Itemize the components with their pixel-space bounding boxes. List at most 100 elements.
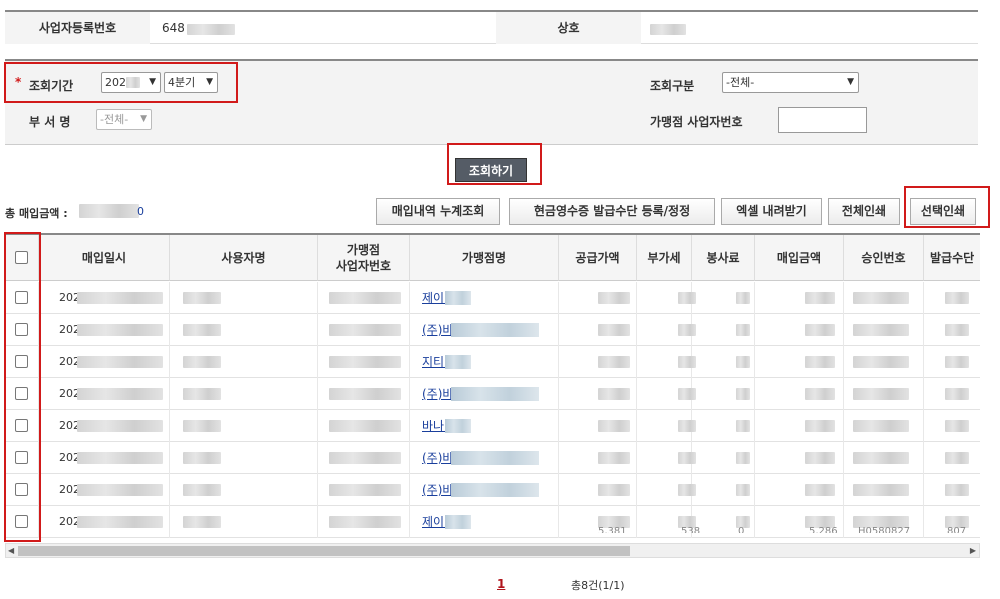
- row-checkbox[interactable]: [15, 419, 28, 432]
- redacted-merchant: [451, 323, 539, 337]
- redacted-user: [183, 452, 221, 464]
- redacted-date: [77, 356, 163, 368]
- redacted-supply: [598, 484, 630, 496]
- redacted-date: [77, 516, 163, 528]
- redacted-approval: [853, 484, 909, 496]
- row-checkbox[interactable]: [15, 387, 28, 400]
- partial-approval-text: H0580827: [858, 527, 911, 533]
- row-select-cell: [5, 442, 39, 474]
- merchant-link[interactable]: (주)바: [422, 323, 453, 337]
- chevron-down-icon: ▼: [206, 77, 213, 87]
- scrollbar-thumb[interactable]: [18, 546, 630, 556]
- header-service: 봉사료: [692, 235, 755, 281]
- redacted-year: [126, 77, 140, 88]
- redacted-merchant: [445, 355, 471, 369]
- redacted-service: [736, 484, 750, 496]
- redacted-method: [945, 452, 969, 464]
- merchant-link[interactable]: (주)바: [422, 483, 453, 497]
- excel-download-button[interactable]: 엑셀 내려받기: [721, 198, 822, 225]
- redacted-merchant: [451, 483, 539, 497]
- redacted-method: [945, 420, 969, 432]
- row-checkbox[interactable]: [15, 291, 28, 304]
- row-checkbox[interactable]: [15, 323, 28, 336]
- table-row: 202 (주)바: [5, 314, 980, 346]
- biz-no-text: 648: [162, 21, 185, 35]
- redacted-date: [77, 324, 163, 336]
- redacted-merchant-biz: [329, 452, 401, 464]
- horizontal-scrollbar[interactable]: ◀ ▶: [5, 543, 980, 558]
- search-panel: * 조회기간 202 ▼ 4분기 ▼ 부 서 명 -전체- ▼ 조회구분 -전체…: [5, 59, 978, 145]
- dept-select[interactable]: -전체- ▼: [96, 109, 152, 130]
- redacted-date: [77, 292, 163, 304]
- partial-supply-text: 5,381: [598, 527, 627, 533]
- redacted-user: [183, 292, 221, 304]
- query-button[interactable]: 조회하기: [455, 158, 527, 182]
- redacted-merchant: [445, 291, 471, 305]
- redacted-amount: [805, 452, 835, 464]
- required-mark: *: [15, 75, 22, 89]
- row-checkbox[interactable]: [15, 515, 28, 528]
- redacted-service: [736, 452, 750, 464]
- merchant-link[interactable]: (주)바: [422, 451, 453, 465]
- total-amount-label: 총 매입금액 :: [5, 207, 68, 220]
- redacted-approval: [853, 292, 909, 304]
- redacted-method: [945, 292, 969, 304]
- print-all-button[interactable]: 전체인쇄: [828, 198, 900, 225]
- row-select-cell: [5, 410, 39, 442]
- redacted-user: [183, 484, 221, 496]
- redacted-merchant: [445, 419, 471, 433]
- type-select[interactable]: -전체- ▼: [722, 72, 859, 93]
- scroll-left-icon[interactable]: ◀: [8, 544, 14, 558]
- redacted-company-name: [650, 24, 686, 35]
- redacted-user: [183, 356, 221, 368]
- header-supply: 공급가액: [559, 235, 637, 281]
- chevron-down-icon: ▼: [140, 114, 147, 124]
- page-link-current[interactable]: 1: [497, 577, 505, 591]
- redacted-service: [736, 356, 750, 368]
- redacted-user: [183, 324, 221, 336]
- redacted-date: [77, 484, 163, 496]
- redacted-supply: [598, 356, 630, 368]
- type-label: 조회구분: [650, 79, 695, 93]
- redacted-merchant: [451, 451, 539, 465]
- merchant-biz-input[interactable]: [778, 107, 867, 133]
- row-checkbox[interactable]: [15, 483, 28, 496]
- redacted-merchant-biz: [329, 420, 401, 432]
- table-row: 202 제이( 5,381 538 0 5,286 H0580827 807: [5, 506, 980, 538]
- partial-method-text: 807: [947, 527, 967, 533]
- select-all-checkbox[interactable]: [15, 251, 28, 264]
- row-checkbox[interactable]: [15, 451, 28, 464]
- year-select[interactable]: 202 ▼: [101, 72, 161, 93]
- redacted-merchant-biz: [329, 484, 401, 496]
- redacted-service: [736, 388, 750, 400]
- redacted-method: [945, 324, 969, 336]
- redacted-amount: [805, 356, 835, 368]
- partial-amount-text: 5,286: [809, 527, 838, 533]
- redacted-merchant: [451, 387, 539, 401]
- merchant-name-cell: 바나(: [410, 410, 559, 442]
- receipt-method-button[interactable]: 현금영수증 발급수단 등록/정정: [509, 198, 715, 225]
- redacted-supply: [598, 420, 630, 432]
- redacted-method: [945, 484, 969, 496]
- redacted-date: [77, 388, 163, 400]
- cumulative-query-button[interactable]: 매입내역 누계조회: [376, 198, 500, 225]
- merchant-link[interactable]: (주)바: [422, 387, 453, 401]
- dept-label: 부 서 명: [29, 115, 71, 129]
- redacted-amount: [805, 324, 835, 336]
- redacted-service: [736, 292, 750, 304]
- row-checkbox[interactable]: [15, 355, 28, 368]
- redacted-merchant-biz: [329, 356, 401, 368]
- redacted-approval: [853, 324, 909, 336]
- header-select-all: [5, 235, 39, 281]
- redacted-approval: [853, 452, 909, 464]
- period-label: 조회기간: [29, 79, 74, 93]
- redacted-merchant-biz: [329, 388, 401, 400]
- type-select-value: -전체-: [726, 76, 755, 89]
- scroll-right-icon[interactable]: ▶: [970, 544, 976, 558]
- partial-service-text: 0: [738, 527, 745, 533]
- quarter-select[interactable]: 4분기 ▼: [164, 72, 218, 93]
- redacted-amount: [805, 484, 835, 496]
- print-selected-button[interactable]: 선택인쇄: [910, 198, 976, 225]
- table-row: 202 (주)바: [5, 474, 980, 506]
- redacted-biz-no: [187, 24, 235, 35]
